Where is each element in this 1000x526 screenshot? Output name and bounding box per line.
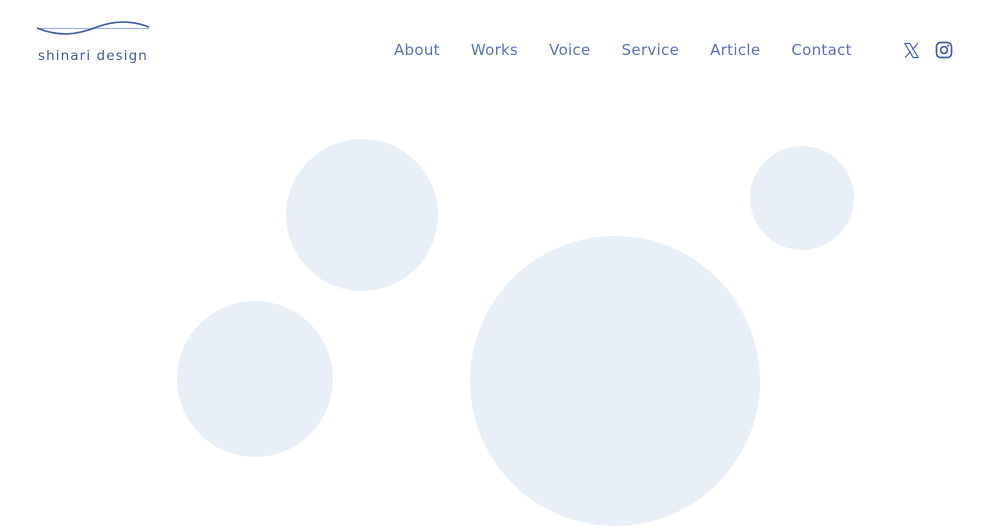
decorative-circle — [750, 146, 854, 250]
nav-contact[interactable]: Contact — [791, 41, 851, 59]
nav-service[interactable]: Service — [622, 41, 680, 59]
decorative-circle — [286, 139, 438, 291]
decorative-circle — [177, 301, 333, 457]
decorative-circle — [470, 236, 760, 526]
site-header: shinari design About Works Voice Service… — [0, 0, 1000, 90]
nav-voice[interactable]: Voice — [549, 41, 590, 59]
x-logo-icon — [904, 42, 919, 58]
wave-logo-icon — [37, 21, 150, 35]
x-social-link[interactable] — [903, 40, 920, 60]
brand-logo-link[interactable]: shinari design — [37, 18, 157, 66]
brand-name: shinari design — [38, 48, 148, 64]
instagram-social-link[interactable] — [935, 40, 953, 60]
main-nav: About Works Voice Service Article Contac… — [394, 40, 852, 60]
instagram-icon — [935, 41, 953, 59]
nav-about[interactable]: About — [394, 41, 440, 59]
nav-works[interactable]: Works — [471, 41, 518, 59]
nav-article[interactable]: Article — [710, 41, 760, 59]
